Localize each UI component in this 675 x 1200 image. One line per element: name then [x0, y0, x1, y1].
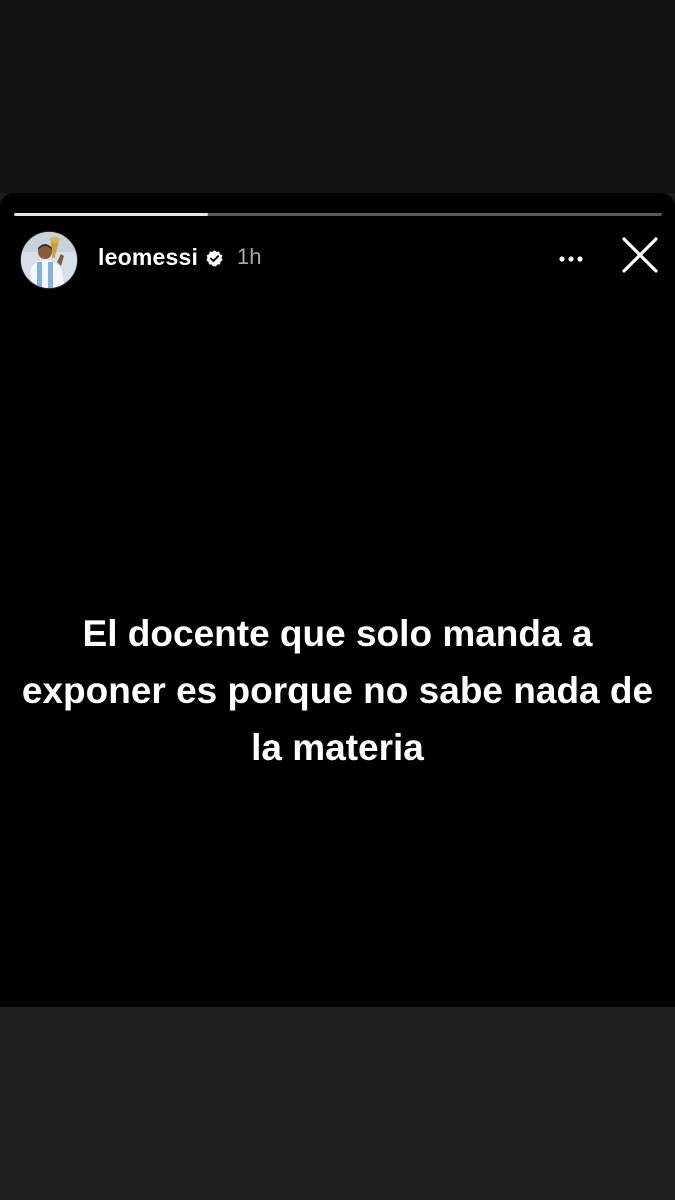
more-options-button[interactable] [550, 237, 594, 281]
bottom-letterbox [0, 1007, 675, 1200]
username[interactable]: leomessi [98, 244, 198, 271]
more-horizontal-icon [559, 256, 583, 262]
verified-badge-icon [206, 250, 223, 267]
top-letterbox [0, 0, 675, 193]
story-progress-fill [14, 213, 209, 216]
close-icon [622, 237, 658, 273]
avatar-image [21, 232, 77, 288]
story-text: El docente que solo manda a exponer es p… [21, 613, 654, 768]
story-header: leomessi 1h [20, 231, 660, 289]
story-progress-bar [14, 213, 662, 216]
story-timestamp: 1h [237, 244, 262, 269]
story-viewer[interactable]: leomessi 1h El docente que solo manda a … [0, 193, 675, 1007]
close-button[interactable] [618, 233, 662, 277]
avatar[interactable] [20, 231, 78, 289]
